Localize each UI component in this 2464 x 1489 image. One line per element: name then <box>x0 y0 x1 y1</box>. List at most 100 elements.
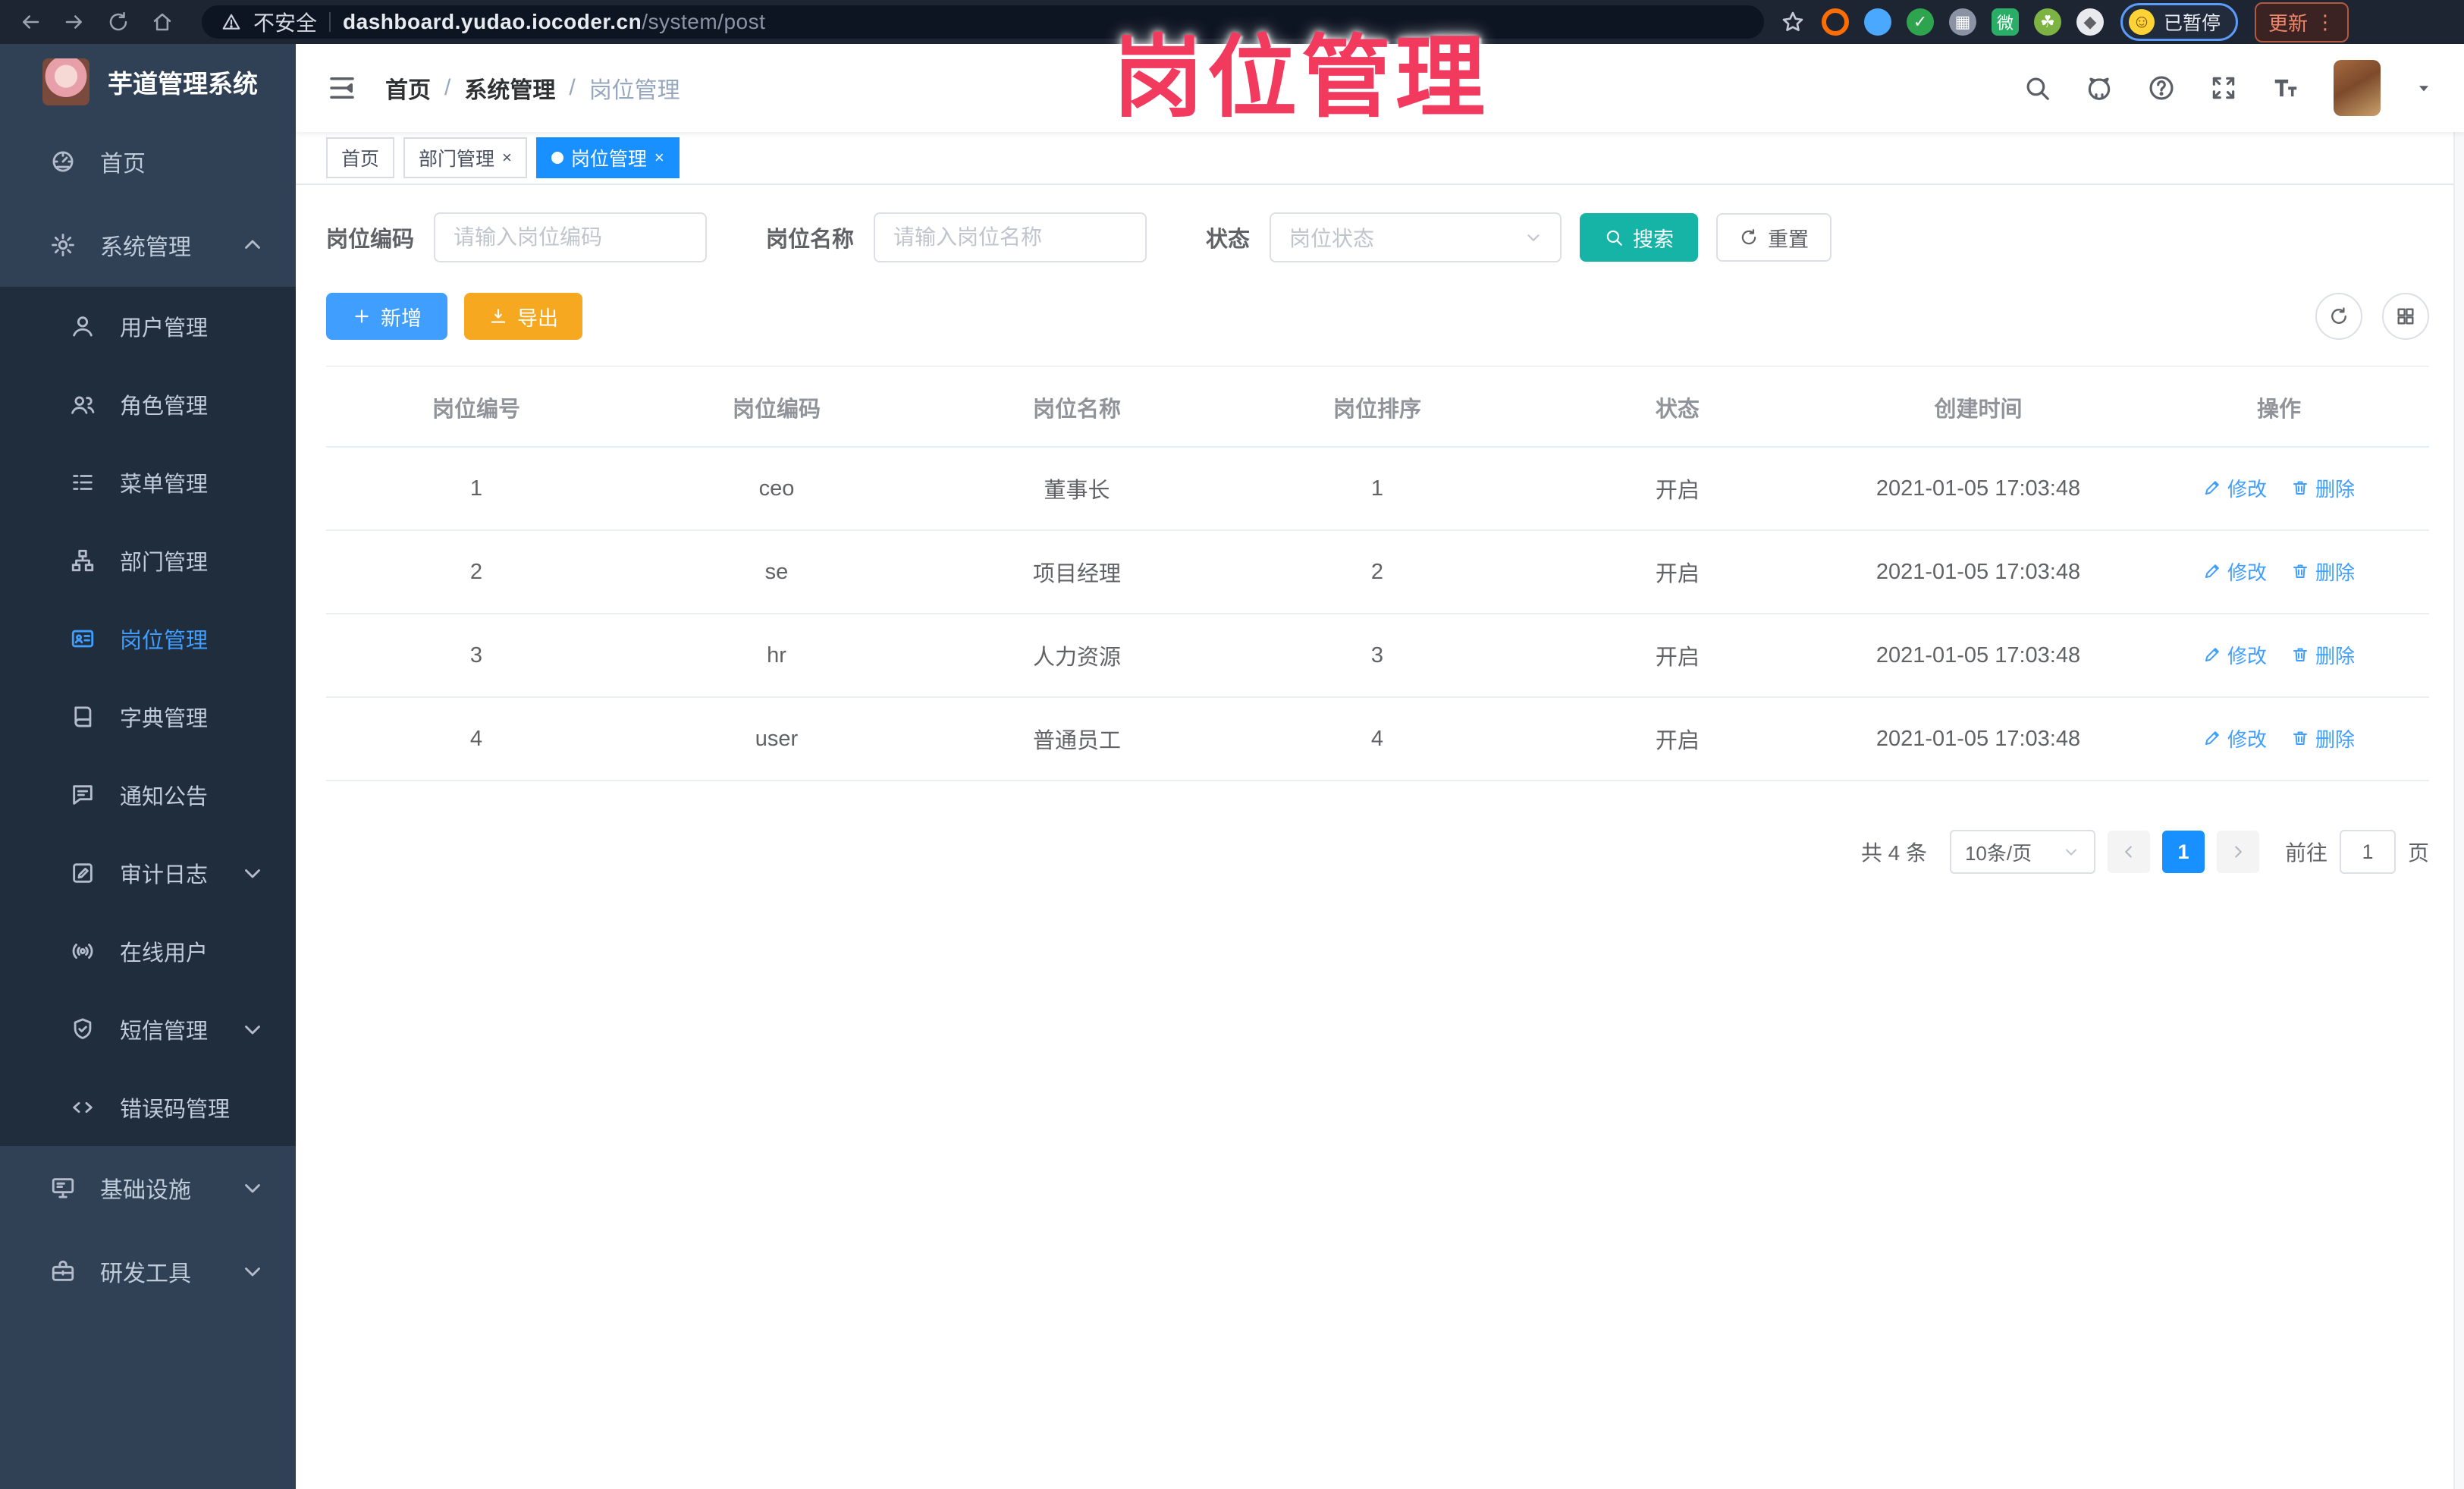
browser-menu-icon[interactable]: ⋮ <box>2315 11 2335 34</box>
sidebar-item-dict-management[interactable]: 字典管理 <box>0 677 296 755</box>
app-title: 芋道管理系统 <box>108 70 258 98</box>
announce-icon <box>70 782 96 808</box>
delete-link[interactable]: 删除 <box>2291 474 2355 502</box>
browser-home-icon[interactable] <box>146 5 179 39</box>
sidebar-item-home[interactable]: 首页 <box>0 120 296 203</box>
extension-icons: ✓ ▦ 微 ☘ ◆ <box>1822 8 2104 36</box>
sidebar-item-user-management[interactable]: 用户管理 <box>0 287 296 365</box>
prev-page-button[interactable] <box>2107 831 2150 873</box>
column-header: 岗位编号 <box>326 366 626 448</box>
table-row: 4 user 普通员工 4 开启 2021-01-05 17:03:48 修改 删除 <box>326 697 2429 781</box>
security-warning-icon[interactable] <box>221 12 241 32</box>
reset-button[interactable]: 重置 <box>1716 213 1832 262</box>
goto-page-input[interactable] <box>2339 830 2396 874</box>
browser-back-icon[interactable] <box>14 5 47 39</box>
extension-leaf-icon[interactable]: ☘ <box>2034 8 2061 36</box>
close-icon[interactable]: × <box>502 148 512 168</box>
browser-reload-icon[interactable] <box>102 5 135 39</box>
sidebar-item-menu-management[interactable]: 菜单管理 <box>0 443 296 521</box>
sidebar-item-dept-management[interactable]: 部门管理 <box>0 521 296 599</box>
search-button[interactable]: 搜索 <box>1580 213 1699 262</box>
sidebar-item-dev-tools[interactable]: 研发工具 <box>0 1230 296 1313</box>
cell-code: hr <box>626 614 927 698</box>
breadcrumb-current: 岗位管理 <box>589 78 680 103</box>
refresh-table-button[interactable] <box>2315 293 2362 340</box>
tab-dept-management[interactable]: 部门管理 × <box>403 137 527 178</box>
sidebar-item-notice-announcement[interactable]: 通知公告 <box>0 755 296 834</box>
tab-home[interactable]: 首页 <box>326 137 395 178</box>
breadcrumb-home[interactable]: 首页 <box>385 71 431 105</box>
sidebar-item-infrastructure[interactable]: 基础设施 <box>0 1146 296 1230</box>
tab-post-management[interactable]: 岗位管理 × <box>535 137 680 178</box>
edit-icon <box>2203 479 2221 497</box>
github-icon[interactable] <box>2085 74 2114 102</box>
export-button[interactable]: 导出 <box>464 293 582 340</box>
sidebar-item-post-management[interactable]: 岗位管理 <box>0 599 296 677</box>
breadcrumb-system[interactable]: 系统管理 <box>464 71 555 105</box>
cell-code: ceo <box>626 447 927 531</box>
add-button[interactable]: 新增 <box>326 293 447 340</box>
sidebar-item-online-users[interactable]: 在线用户 <box>0 912 296 990</box>
active-tab-dot <box>551 152 563 164</box>
caret-down-icon[interactable] <box>2414 78 2434 98</box>
post-code-input[interactable] <box>434 212 708 262</box>
goto-label: 前往 <box>2284 841 2327 865</box>
extension-orange-ring-icon[interactable] <box>1822 8 1849 36</box>
edit-link[interactable]: 修改 <box>2203 641 2267 669</box>
audit-icon <box>70 860 96 886</box>
user-icon <box>70 313 96 339</box>
status-label: 状态 <box>1206 228 1251 252</box>
browser-update-button[interactable]: 更新 ⋮ <box>2255 2 2349 42</box>
extension-green-check-icon[interactable]: ✓ <box>1907 8 1934 36</box>
sidebar-item-label: 在线用户 <box>120 941 209 966</box>
chevron-down-icon <box>240 1258 265 1284</box>
page-number-1[interactable]: 1 <box>2161 831 2205 873</box>
smiley-icon: ☺ <box>2129 9 2155 35</box>
close-icon[interactable]: × <box>654 148 664 168</box>
profile-paused-badge[interactable]: ☺ 已暂停 <box>2120 3 2239 41</box>
post-name-input[interactable] <box>874 212 1147 262</box>
edit-link[interactable]: 修改 <box>2203 558 2267 586</box>
sidebar-item-label: 系统管理 <box>100 235 191 260</box>
font-size-icon[interactable] <box>2271 74 2300 102</box>
tools-icon <box>50 1258 76 1284</box>
paused-label: 已暂停 <box>2164 13 2221 34</box>
help-icon[interactable] <box>2147 74 2176 102</box>
sidebar-item-system-management[interactable]: 系统管理 <box>0 203 296 287</box>
sidebar-item-role-management[interactable]: 角色管理 <box>0 365 296 443</box>
extension-blue-drop-icon[interactable] <box>1864 8 1891 36</box>
logo-row[interactable]: 芋道管理系统 <box>0 44 296 120</box>
dict-icon <box>70 704 96 730</box>
page-size-select[interactable]: 10条/页 <box>1949 830 2095 874</box>
column-header: 岗位名称 <box>926 366 1227 448</box>
edit-link-label: 修改 <box>2227 561 2267 584</box>
delete-link[interactable]: 删除 <box>2291 724 2355 752</box>
next-page-button[interactable] <box>2216 831 2259 873</box>
fullscreen-icon[interactable] <box>2209 74 2238 102</box>
delete-link[interactable]: 删除 <box>2291 558 2355 586</box>
browser-forward-icon[interactable] <box>58 5 91 39</box>
status-select[interactable]: 岗位状态 <box>1270 212 1562 262</box>
breadcrumb-separator: / <box>444 75 451 100</box>
extension-wechat-icon[interactable]: 微 <box>1992 8 2019 36</box>
sidebar-item-sms-management[interactable]: 短信管理 <box>0 990 296 1068</box>
delete-link[interactable]: 删除 <box>2291 641 2355 669</box>
extensions-puzzle-icon[interactable]: ◆ <box>2076 8 2104 36</box>
infra-icon <box>50 1175 76 1201</box>
hamburger-icon[interactable] <box>326 72 358 104</box>
cell-name: 人力资源 <box>926 614 1227 698</box>
orgtree-icon <box>70 548 96 573</box>
postcard-icon <box>70 626 96 652</box>
edit-link[interactable]: 修改 <box>2203 724 2267 752</box>
search-icon[interactable] <box>2023 74 2051 102</box>
browser-scrollbar[interactable] <box>2453 44 2464 1489</box>
avatar[interactable] <box>2334 60 2381 116</box>
edit-link[interactable]: 修改 <box>2203 474 2267 502</box>
plus-icon <box>352 306 372 326</box>
bookmark-star-icon[interactable] <box>1781 10 1805 34</box>
extension-gray-grid-icon[interactable]: ▦ <box>1949 8 1976 36</box>
sidebar-item-error-code-management[interactable]: 错误码管理 <box>0 1068 296 1146</box>
sidebar-item-audit-log[interactable]: 审计日志 <box>0 834 296 912</box>
column-settings-button[interactable] <box>2382 293 2429 340</box>
address-bar[interactable]: 不安全 dashboard.yudao.iocoder.cn/system/po… <box>202 5 1764 39</box>
